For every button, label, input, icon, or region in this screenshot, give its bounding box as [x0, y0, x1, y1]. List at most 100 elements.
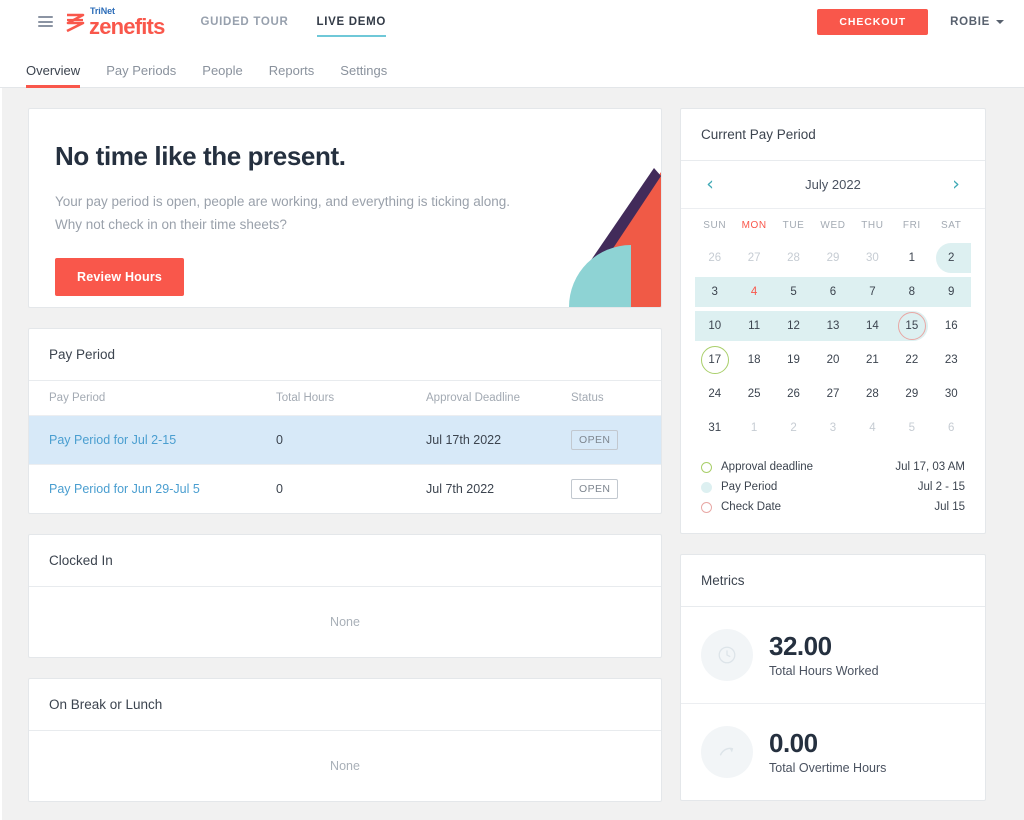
calendar-day-1[interactable]: 1 [734, 411, 773, 445]
pay-period-link[interactable]: Pay Period for Jun 29-Jul 5 [49, 482, 200, 496]
legend-label: Pay Period [721, 481, 778, 493]
metric-total-overtime-hours: 0.00 Total Overtime Hours [681, 704, 985, 800]
cell-status: OPEN [551, 415, 661, 465]
calendar-week-row: 26 27 28 29 30 1 2 [695, 241, 971, 275]
pay-period-link[interactable]: Pay Period for Jul 2-15 [49, 433, 176, 447]
weekday-mon: MON [741, 219, 767, 231]
calendar-day-2[interactable]: 2 [932, 241, 971, 275]
user-menu[interactable]: ROBIE [950, 16, 1004, 28]
overtime-arrow-icon [701, 726, 753, 778]
cell-pay-period-name: Pay Period for Jun 29-Jul 5 [29, 465, 256, 514]
calendar-day-19[interactable]: 19 [774, 343, 813, 377]
calendar-day-23[interactable]: 23 [932, 343, 971, 377]
zenefits-logo[interactable]: TriNet zenefits [64, 6, 165, 38]
calendar-day-20[interactable]: 20 [813, 343, 852, 377]
calendar-day-9[interactable]: 9 [931, 275, 971, 309]
calendar-day-30[interactable]: 30 [853, 241, 892, 275]
review-hours-button[interactable]: Review Hours [55, 257, 185, 296]
calendar-day-25[interactable]: 25 [734, 377, 773, 411]
calendar-day-12[interactable]: 12 [773, 309, 814, 343]
calendar-day-number: 4 [869, 422, 876, 434]
calendar-month-label: July 2022 [805, 177, 861, 192]
teal-fill-icon [701, 481, 712, 493]
checkout-button[interactable]: CHECKOUT [817, 9, 929, 35]
calendar-day-15[interactable]: 15 [892, 309, 931, 343]
calendar-day-number: 1 [908, 252, 916, 264]
table-row[interactable]: Pay Period for Jul 2-15 0 Jul 17th 2022 … [29, 415, 661, 465]
calendar-day-7[interactable]: 7 [852, 275, 893, 309]
top-links: GUIDED TOUR LIVE DEMO [201, 0, 387, 44]
top-link-live-demo[interactable]: LIVE DEMO [316, 0, 387, 44]
calendar-day-number: 2 [948, 252, 955, 264]
calendar-grid: SUN MON TUE WED THU FRI SAT 26 27 28 29 30 1 2… [681, 209, 985, 453]
calendar-day-24[interactable]: 24 [695, 377, 734, 411]
calendar-day-2[interactable]: 2 [774, 411, 813, 445]
calendar-day-number: 25 [747, 388, 761, 400]
calendar-day-4[interactable]: 4 [734, 275, 774, 309]
table-row[interactable]: Pay Period for Jun 29-Jul 5 0 Jul 7th 20… [29, 465, 661, 514]
calendar-day-number: 21 [866, 354, 879, 366]
calendar-week-row: 31 1 2 3 4 5 6 [695, 411, 971, 445]
tab-overview[interactable]: Overview [26, 63, 81, 88]
calendar-day-8[interactable]: 8 [892, 275, 932, 309]
on-break-title: On Break or Lunch [29, 679, 661, 731]
clock-icon [701, 629, 753, 681]
calendar-day-28[interactable]: 28 [853, 377, 892, 411]
calendar-day-16[interactable]: 16 [932, 309, 971, 343]
chevron-left-icon[interactable]: ‹ [701, 175, 719, 194]
calendar-day-27[interactable]: 27 [734, 241, 773, 275]
tab-reports[interactable]: Reports [269, 63, 315, 87]
calendar-day-1[interactable]: 1 [892, 241, 931, 275]
calendar-day-number: 1 [750, 422, 758, 434]
calendar-day-number: 4 [750, 286, 758, 298]
calendar-day-21[interactable]: 21 [853, 343, 892, 377]
calendar-day-number: 3 [711, 286, 718, 298]
chevron-down-icon [996, 20, 1004, 24]
section-tabs: Overview Pay Periods People Reports Sett… [0, 44, 1024, 88]
table-header-row: Pay Period Total Hours Approval Deadline… [29, 381, 661, 416]
calendar-day-22[interactable]: 22 [892, 343, 931, 377]
top-link-guided-tour[interactable]: GUIDED TOUR [201, 0, 289, 44]
chevron-right-icon[interactable]: › [947, 175, 965, 194]
calendar-day-number: 31 [708, 422, 722, 434]
calendar-day-3[interactable]: 3 [813, 411, 852, 445]
calendar-day-30[interactable]: 30 [932, 377, 971, 411]
calendar-day-26[interactable]: 26 [774, 377, 813, 411]
hamburger-menu-icon[interactable] [38, 16, 53, 27]
legend-value: Jul 17, 03 AM [895, 461, 965, 473]
calendar-day-28[interactable]: 28 [774, 241, 813, 275]
calendar-day-27[interactable]: 27 [813, 377, 852, 411]
calendar-day-3[interactable]: 3 [695, 275, 735, 309]
calendar-day-number: 5 [790, 286, 797, 298]
calendar-day-5[interactable]: 5 [892, 411, 931, 445]
tab-people[interactable]: People [202, 63, 242, 87]
top-right-actions: CHECKOUT ROBIE [817, 9, 1024, 35]
hero-card: No time like the present. Your pay perio… [28, 108, 662, 308]
calendar-day-6[interactable]: 6 [932, 411, 971, 445]
calendar-day-4[interactable]: 4 [853, 411, 892, 445]
top-header-bar: TriNet zenefits GUIDED TOUR LIVE DEMO CH… [0, 0, 1024, 44]
tab-pay-periods[interactable]: Pay Periods [106, 63, 176, 87]
metric-value: 32.00 [769, 630, 832, 661]
calendar-day-10[interactable]: 10 [695, 309, 735, 343]
calendar-day-17[interactable]: 17 [695, 343, 734, 377]
calendar-day-11[interactable]: 11 [734, 309, 774, 343]
pay-period-card: Pay Period Pay Period Total Hours Approv… [28, 328, 662, 514]
status-badge: OPEN [571, 479, 619, 499]
calendar-day-18[interactable]: 18 [734, 343, 773, 377]
calendar-week-row: 3 4 5 6 7 8 9 [695, 275, 971, 309]
weekday-sat: SAT [940, 219, 962, 231]
calendar-day-5[interactable]: 5 [773, 275, 814, 309]
main-column: No time like the present. Your pay perio… [28, 108, 662, 820]
calendar-day-29[interactable]: 29 [813, 241, 852, 275]
calendar-day-number: 6 [948, 422, 955, 434]
calendar-day-number: 9 [948, 286, 955, 298]
calendar-day-29[interactable]: 29 [892, 377, 931, 411]
calendar-day-6[interactable]: 6 [813, 275, 853, 309]
calendar-day-31[interactable]: 31 [695, 411, 734, 445]
calendar-day-14[interactable]: 14 [852, 309, 893, 343]
calendar-day-26[interactable]: 26 [695, 241, 734, 275]
tab-settings[interactable]: Settings [340, 63, 387, 87]
calendar-day-13[interactable]: 13 [813, 309, 853, 343]
calendar-legend: Approval deadline Jul 17, 03 AM Pay Peri… [681, 453, 985, 533]
